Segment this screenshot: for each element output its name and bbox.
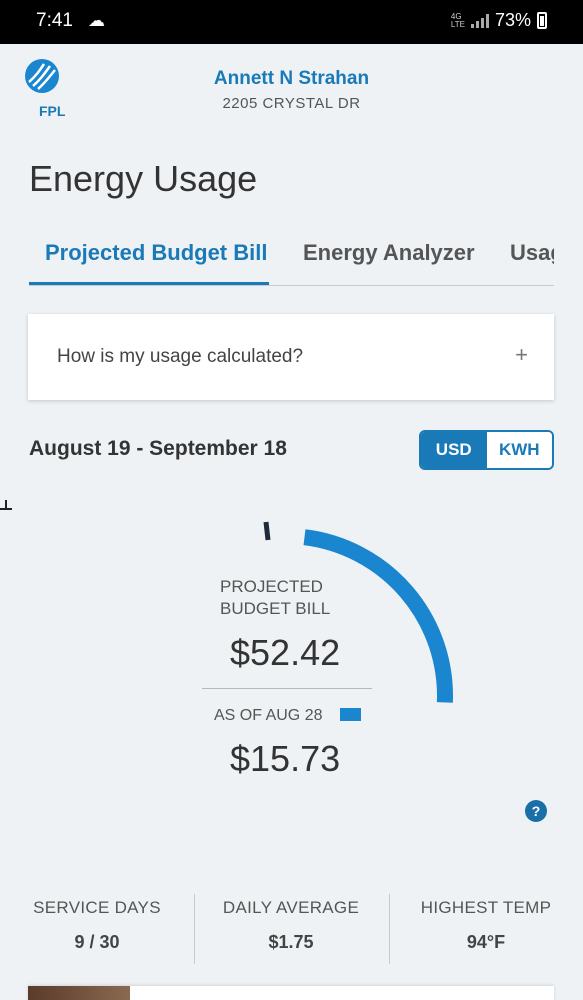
projected-amount: $52.42 — [230, 632, 341, 673]
promo-card[interactable] — [28, 986, 554, 1000]
tab-energy-analyzer[interactable]: Energy Analyzer — [303, 240, 475, 266]
status-bar: 7:41 ☁ 4G LTE 73% — [0, 0, 583, 44]
as-of-amount: $15.73 — [230, 738, 341, 779]
gauge-start-tick — [263, 521, 271, 541]
status-time: 7:41 — [36, 10, 73, 31]
accordion-question: How is my usage calculated? — [57, 346, 304, 367]
cloud-sun-icon: ☁ — [88, 11, 105, 30]
lte-icon: 4G LTE — [450, 11, 465, 29]
stat-label: DAILY AVERAGE — [222, 898, 360, 917]
tab-projected-budget-bill[interactable]: Projected Budget Bill — [45, 240, 267, 266]
page-title: Energy Usage — [29, 158, 258, 199]
billing-period-range: August 19 - September 18 — [29, 437, 287, 460]
unit-toggle: USD KWH — [419, 430, 554, 470]
battery-percent: 73% — [494, 10, 531, 30]
help-icon[interactable]: ? — [525, 800, 547, 822]
projected-marker-icon — [0, 500, 12, 510]
app-header: FPL Annett N Strahan 2205 CRYSTAL DR — [0, 44, 583, 132]
tab-usage[interactable]: Usage — [510, 240, 554, 266]
stat-daily-average: DAILY AVERAGE $1.75 — [194, 890, 388, 953]
as-of-swatch — [340, 708, 361, 721]
usage-tabs: Projected Budget Bill Energy Analyzer Us… — [29, 236, 554, 286]
active-tab-indicator — [29, 282, 269, 285]
stat-value: 94°F — [466, 932, 506, 952]
promo-thumbnail — [28, 986, 130, 1000]
stat-label: HIGHEST TEMP — [420, 898, 552, 917]
battery-icon — [537, 12, 547, 29]
budget-gauge: PROJECTED BUDGET BILL $52.42 AS OF AUG 2… — [0, 500, 583, 840]
usage-stats: SERVICE DAYS 9 / 30 DAILY AVERAGE $1.75 … — [0, 890, 583, 970]
kwh-toggle-button[interactable]: KWH — [486, 432, 552, 468]
stat-service-days: SERVICE DAYS 9 / 30 — [0, 890, 194, 953]
usage-calculation-accordion[interactable]: How is my usage calculated? + — [28, 314, 554, 400]
stat-label: SERVICE DAYS — [33, 898, 161, 917]
status-indicators: 4G LTE 73% — [451, 10, 547, 31]
account-holder-name: Annett N Strahan — [213, 68, 370, 89]
stat-value: 9 / 30 — [74, 932, 120, 952]
usd-toggle-button[interactable]: USD — [421, 432, 487, 468]
account-address: 2205 CRYSTAL DR — [222, 95, 361, 112]
signal-icon — [470, 13, 489, 28]
stat-highest-temp: HIGHEST TEMP 94°F — [389, 890, 583, 953]
stat-value: $1.75 — [268, 932, 314, 952]
as-of-label: AS OF AUG 28 — [214, 707, 323, 724]
expand-plus-icon[interactable]: + — [515, 342, 528, 368]
gauge-divider — [202, 688, 372, 689]
projected-budget-label: PROJECTED BUDGET BILL — [220, 577, 331, 618]
